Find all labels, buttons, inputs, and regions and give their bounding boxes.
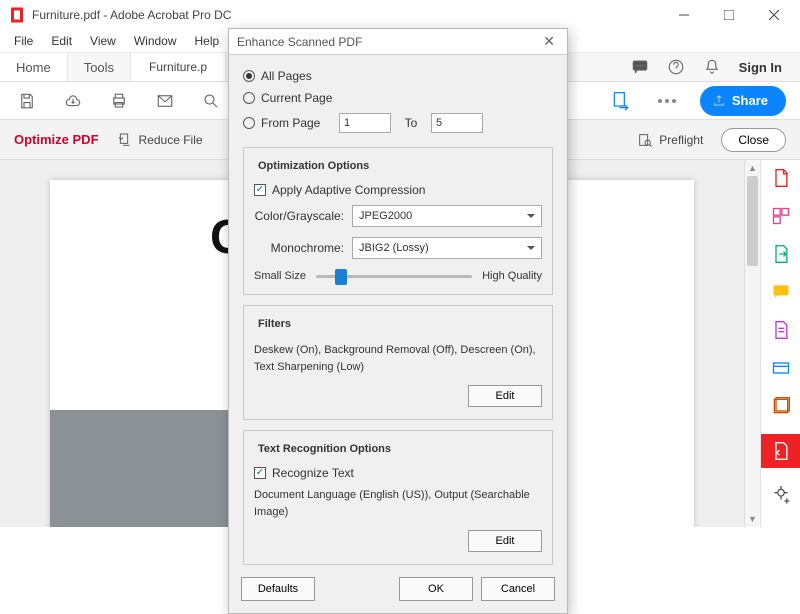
more-tools-icon[interactable] [771, 486, 791, 506]
right-tool-rail [760, 160, 800, 527]
menu-file[interactable]: File [6, 31, 41, 51]
radio-from-page[interactable]: From Page 1 To 5 [243, 109, 553, 137]
fit-page-icon[interactable] [608, 88, 634, 114]
preflight-icon [637, 132, 653, 148]
preflight-label: Preflight [659, 133, 703, 147]
mail-icon[interactable] [152, 88, 178, 114]
radio-icon [243, 70, 255, 82]
save-icon[interactable] [14, 88, 40, 114]
filters-title: Filters [254, 318, 295, 330]
close-window-button[interactable] [751, 0, 796, 30]
bell-icon[interactable] [703, 58, 721, 76]
language-summary: Document Language (English (US)), Output… [254, 483, 542, 524]
mono-select[interactable]: JBIG2 (Lossy) [352, 237, 542, 259]
mono-label: Monochrome: [254, 241, 344, 255]
radio-current-page[interactable]: Current Page [243, 87, 553, 109]
export-icon[interactable] [771, 244, 791, 264]
to-page-input[interactable]: 5 [431, 113, 483, 133]
filters-summary: Deskew (On), Background Removal (Off), D… [254, 338, 542, 379]
dialog-titlebar[interactable]: Enhance Scanned PDF ✕ [229, 29, 567, 55]
menu-view[interactable]: View [82, 31, 124, 51]
from-page-input[interactable]: 1 [339, 113, 391, 133]
radio-icon [243, 92, 255, 104]
dialog-close-icon[interactable]: ✕ [539, 33, 559, 50]
optimize-title: Optimize PDF [14, 132, 99, 147]
recognize-label: Recognize Text [272, 466, 354, 480]
tab-tools[interactable]: Tools [68, 53, 131, 81]
high-quality-label: High Quality [482, 270, 542, 282]
share-arrow-icon [712, 94, 726, 108]
adaptive-checkbox[interactable]: Apply Adaptive Compression [254, 180, 542, 200]
radio-current-label: Current Page [261, 91, 332, 105]
more-icon[interactable] [654, 88, 680, 114]
color-select[interactable]: JPEG2000 [352, 205, 542, 227]
filters-group: Filters Deskew (On), Background Removal … [243, 305, 553, 420]
adaptive-label: Apply Adaptive Compression [272, 183, 425, 197]
cloud-icon[interactable] [60, 88, 86, 114]
checkbox-icon [254, 184, 266, 196]
maximize-button[interactable] [706, 0, 751, 30]
recognize-checkbox[interactable]: Recognize Text [254, 463, 542, 483]
preflight-button[interactable]: Preflight [637, 132, 703, 148]
color-value: JPEG2000 [359, 210, 412, 222]
comment-icon[interactable] [771, 282, 791, 302]
reduce-file-button[interactable]: Reduce File [117, 132, 203, 148]
color-label: Color/Grayscale: [254, 209, 344, 223]
search-icon[interactable] [198, 88, 224, 114]
titlebar: Furniture.pdf - Adobe Acrobat Pro DC [0, 0, 800, 30]
text-rec-edit-button[interactable]: Edit [468, 530, 542, 552]
optimization-title: Optimization Options [254, 160, 373, 172]
vertical-scrollbar[interactable]: ▲ ▼ [744, 160, 760, 527]
small-size-label: Small Size [254, 270, 306, 282]
radio-from-label: From Page [261, 116, 333, 130]
sign-in-button[interactable]: Sign In [739, 60, 782, 75]
organize-icon[interactable] [771, 320, 791, 340]
text-rec-title: Text Recognition Options [254, 443, 395, 455]
optimize-rail-icon [771, 441, 791, 461]
create-pdf-icon[interactable] [771, 168, 791, 188]
menu-window[interactable]: Window [126, 31, 185, 51]
radio-all-label: All Pages [261, 69, 312, 83]
reduce-icon [117, 132, 133, 148]
optimize-pdf-rail-active[interactable] [761, 434, 800, 468]
help-icon[interactable] [667, 58, 685, 76]
text-recognition-group: Text Recognition Options Recognize Text … [243, 430, 553, 565]
enhance-scanned-dialog: Enhance Scanned PDF ✕ All Pages Current … [228, 28, 568, 614]
optimization-group: Optimization Options Apply Adaptive Comp… [243, 147, 553, 295]
share-label: Share [732, 93, 768, 108]
minimize-button[interactable] [661, 0, 706, 30]
print-icon[interactable] [106, 88, 132, 114]
cancel-button[interactable]: Cancel [481, 577, 555, 601]
redact-icon[interactable] [771, 358, 791, 378]
slider-thumb[interactable] [335, 269, 347, 285]
protect-icon[interactable] [771, 396, 791, 416]
reduce-file-label: Reduce File [139, 133, 203, 147]
close-panel-button[interactable]: Close [721, 128, 786, 152]
radio-all-pages[interactable]: All Pages [243, 65, 553, 87]
menu-edit[interactable]: Edit [43, 31, 80, 51]
ok-button[interactable]: OK [399, 577, 473, 601]
menu-help[interactable]: Help [187, 31, 228, 51]
dialog-title: Enhance Scanned PDF [237, 35, 362, 49]
scroll-thumb[interactable] [747, 176, 758, 266]
share-button[interactable]: Share [700, 86, 786, 116]
scroll-down-icon[interactable]: ▼ [745, 511, 760, 527]
chat-icon[interactable] [631, 58, 649, 76]
tab-document[interactable]: Furniture.p [131, 53, 226, 81]
mono-value: JBIG2 (Lossy) [359, 242, 429, 254]
acrobat-icon [8, 6, 26, 24]
window-title: Furniture.pdf - Adobe Acrobat Pro DC [32, 8, 231, 22]
checkbox-icon [254, 467, 266, 479]
tab-home[interactable]: Home [0, 53, 68, 81]
filters-edit-button[interactable]: Edit [468, 385, 542, 407]
combine-icon[interactable] [771, 206, 791, 226]
radio-icon [243, 117, 255, 129]
dialog-footer: Defaults OK Cancel [229, 569, 567, 613]
defaults-button[interactable]: Defaults [241, 577, 315, 601]
scroll-up-icon[interactable]: ▲ [745, 160, 760, 176]
to-label: To [397, 116, 425, 130]
quality-slider[interactable] [316, 275, 472, 278]
